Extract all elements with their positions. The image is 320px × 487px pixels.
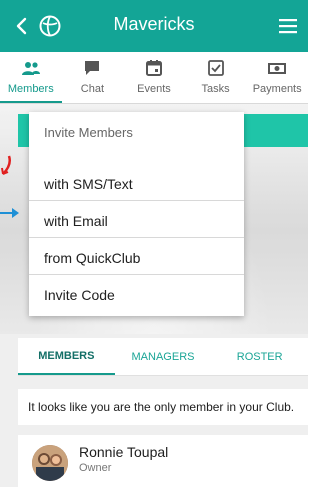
dropdown-header: Invite Members (44, 125, 133, 140)
hamburger-icon (279, 19, 297, 34)
tab-label: Chat (80, 83, 105, 95)
calendar-icon (144, 58, 164, 78)
checkbox-icon (206, 58, 226, 78)
invite-email-option[interactable]: with Email (29, 200, 244, 237)
app-root: Mavericks Members Chat Events Tasks Paym… (0, 0, 308, 487)
hamburger-menu-button[interactable] (276, 14, 300, 38)
tab-members[interactable]: Members (0, 52, 62, 103)
invite-sms-option[interactable]: with SMS/Text (29, 148, 244, 200)
tab-label: Payments (252, 83, 302, 95)
tab-payments[interactable]: Payments (246, 52, 308, 103)
main-tab-bar: Members Chat Events Tasks Payments (0, 52, 308, 104)
tab-events[interactable]: Events (123, 52, 185, 103)
tab-chat[interactable]: Chat (62, 52, 124, 103)
club-logo-icon[interactable] (38, 14, 62, 38)
red-arrow-annotation (1, 155, 11, 175)
back-button[interactable] (10, 14, 34, 38)
member-row[interactable]: Ronnie Toupal Owner (18, 435, 308, 487)
avatar (32, 445, 68, 481)
subtab-members[interactable]: MEMBERS (18, 338, 115, 375)
only-member-notice: It looks like you are the only member in… (18, 389, 308, 425)
tab-label: Events (137, 83, 171, 95)
blue-arrow-annotation (0, 208, 19, 218)
header-bar: Mavericks (0, 0, 308, 52)
chat-icon (82, 58, 102, 78)
tab-tasks[interactable]: Tasks (185, 52, 247, 103)
subtab-roster[interactable]: ROSTER (211, 338, 308, 375)
people-icon (21, 58, 41, 78)
chevron-left-icon (16, 17, 27, 35)
tab-label: Tasks (201, 83, 230, 95)
subtab-managers[interactable]: MANAGERS (115, 338, 212, 375)
members-subtabs: MEMBERS MANAGERS ROSTER (18, 338, 308, 376)
money-icon (267, 58, 287, 78)
member-role: Owner (79, 462, 112, 474)
invite-code-option[interactable]: Invite Code (29, 274, 244, 311)
invite-quickclub-option[interactable]: from QuickClub (29, 237, 244, 274)
member-name: Ronnie Toupal (79, 444, 169, 460)
invite-members-dropdown: Invite Members with SMS/Text with Email … (29, 112, 244, 316)
tab-label: Members (7, 83, 54, 95)
